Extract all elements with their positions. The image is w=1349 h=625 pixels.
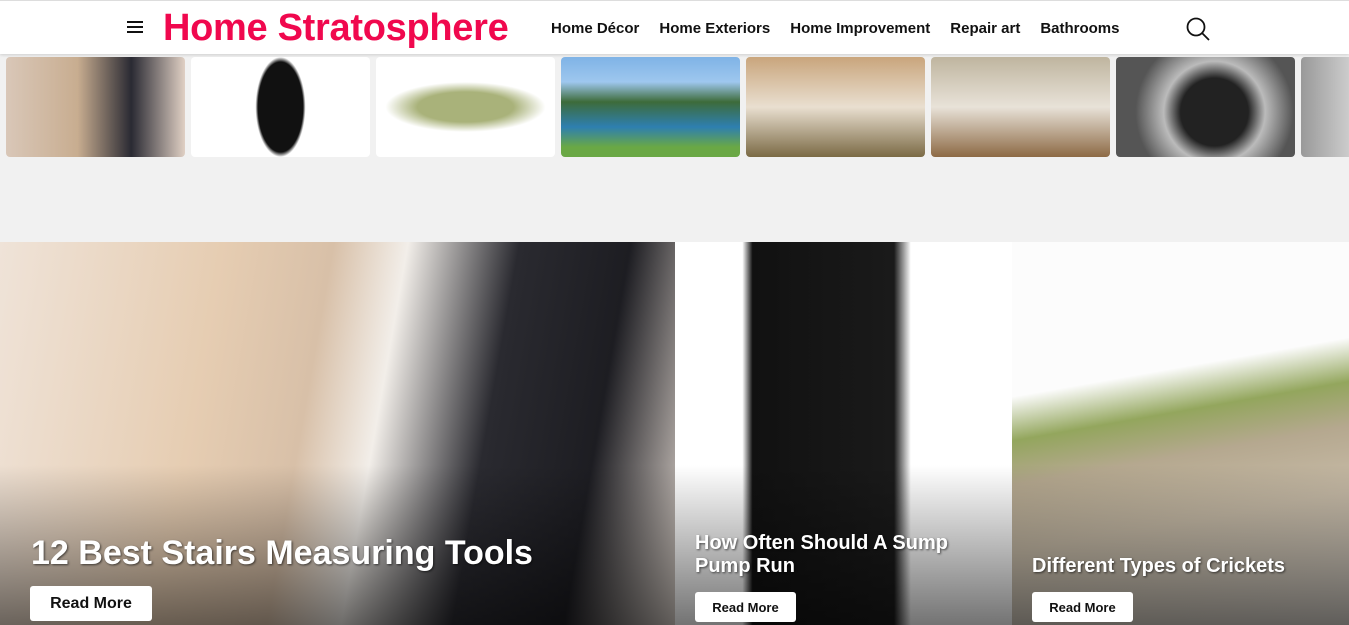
thumbnail-1[interactable] [6,57,185,157]
nav-home-exteriors[interactable]: Home Exteriors [659,20,770,37]
nav-bathrooms[interactable]: Bathrooms [1040,20,1119,37]
nav-home-improvement[interactable]: Home Improvement [790,20,930,37]
thumbnail-strip [6,57,1349,157]
site-header: Home Stratosphere Home Décor Home Exteri… [0,0,1349,54]
thumbnail-8[interactable] [1301,57,1349,157]
featured-title[interactable]: 12 Best Stairs Measuring Tools [31,534,533,573]
thumbnail-4[interactable] [561,57,740,157]
hamburger-menu-icon[interactable] [127,21,143,34]
featured-post-3[interactable]: Different Types of Crickets Read More [1012,242,1349,625]
read-more-button[interactable]: Read More [30,586,152,621]
featured-title[interactable]: How Often Should A Sump Pump Run [695,532,985,578]
site-logo[interactable]: Home Stratosphere [163,7,509,50]
search-icon[interactable] [1185,16,1211,42]
read-more-button[interactable]: Read More [1032,592,1133,622]
featured-title[interactable]: Different Types of Crickets [1032,555,1285,578]
main-nav: Home Décor Home Exteriors Home Improveme… [551,20,1120,37]
nav-repair-art[interactable]: Repair art [950,20,1020,37]
read-more-button[interactable]: Read More [695,592,796,622]
thumbnail-2[interactable] [191,57,370,157]
thumbnail-6[interactable] [931,57,1110,157]
nav-home-decor[interactable]: Home Décor [551,20,639,37]
thumbnail-5[interactable] [746,57,925,157]
thumbnail-7[interactable] [1116,57,1295,157]
thumbnail-3[interactable] [376,57,555,157]
featured-post-1[interactable]: 12 Best Stairs Measuring Tools Read More [0,242,675,625]
featured-post-2[interactable]: How Often Should A Sump Pump Run Read Mo… [675,242,1012,625]
